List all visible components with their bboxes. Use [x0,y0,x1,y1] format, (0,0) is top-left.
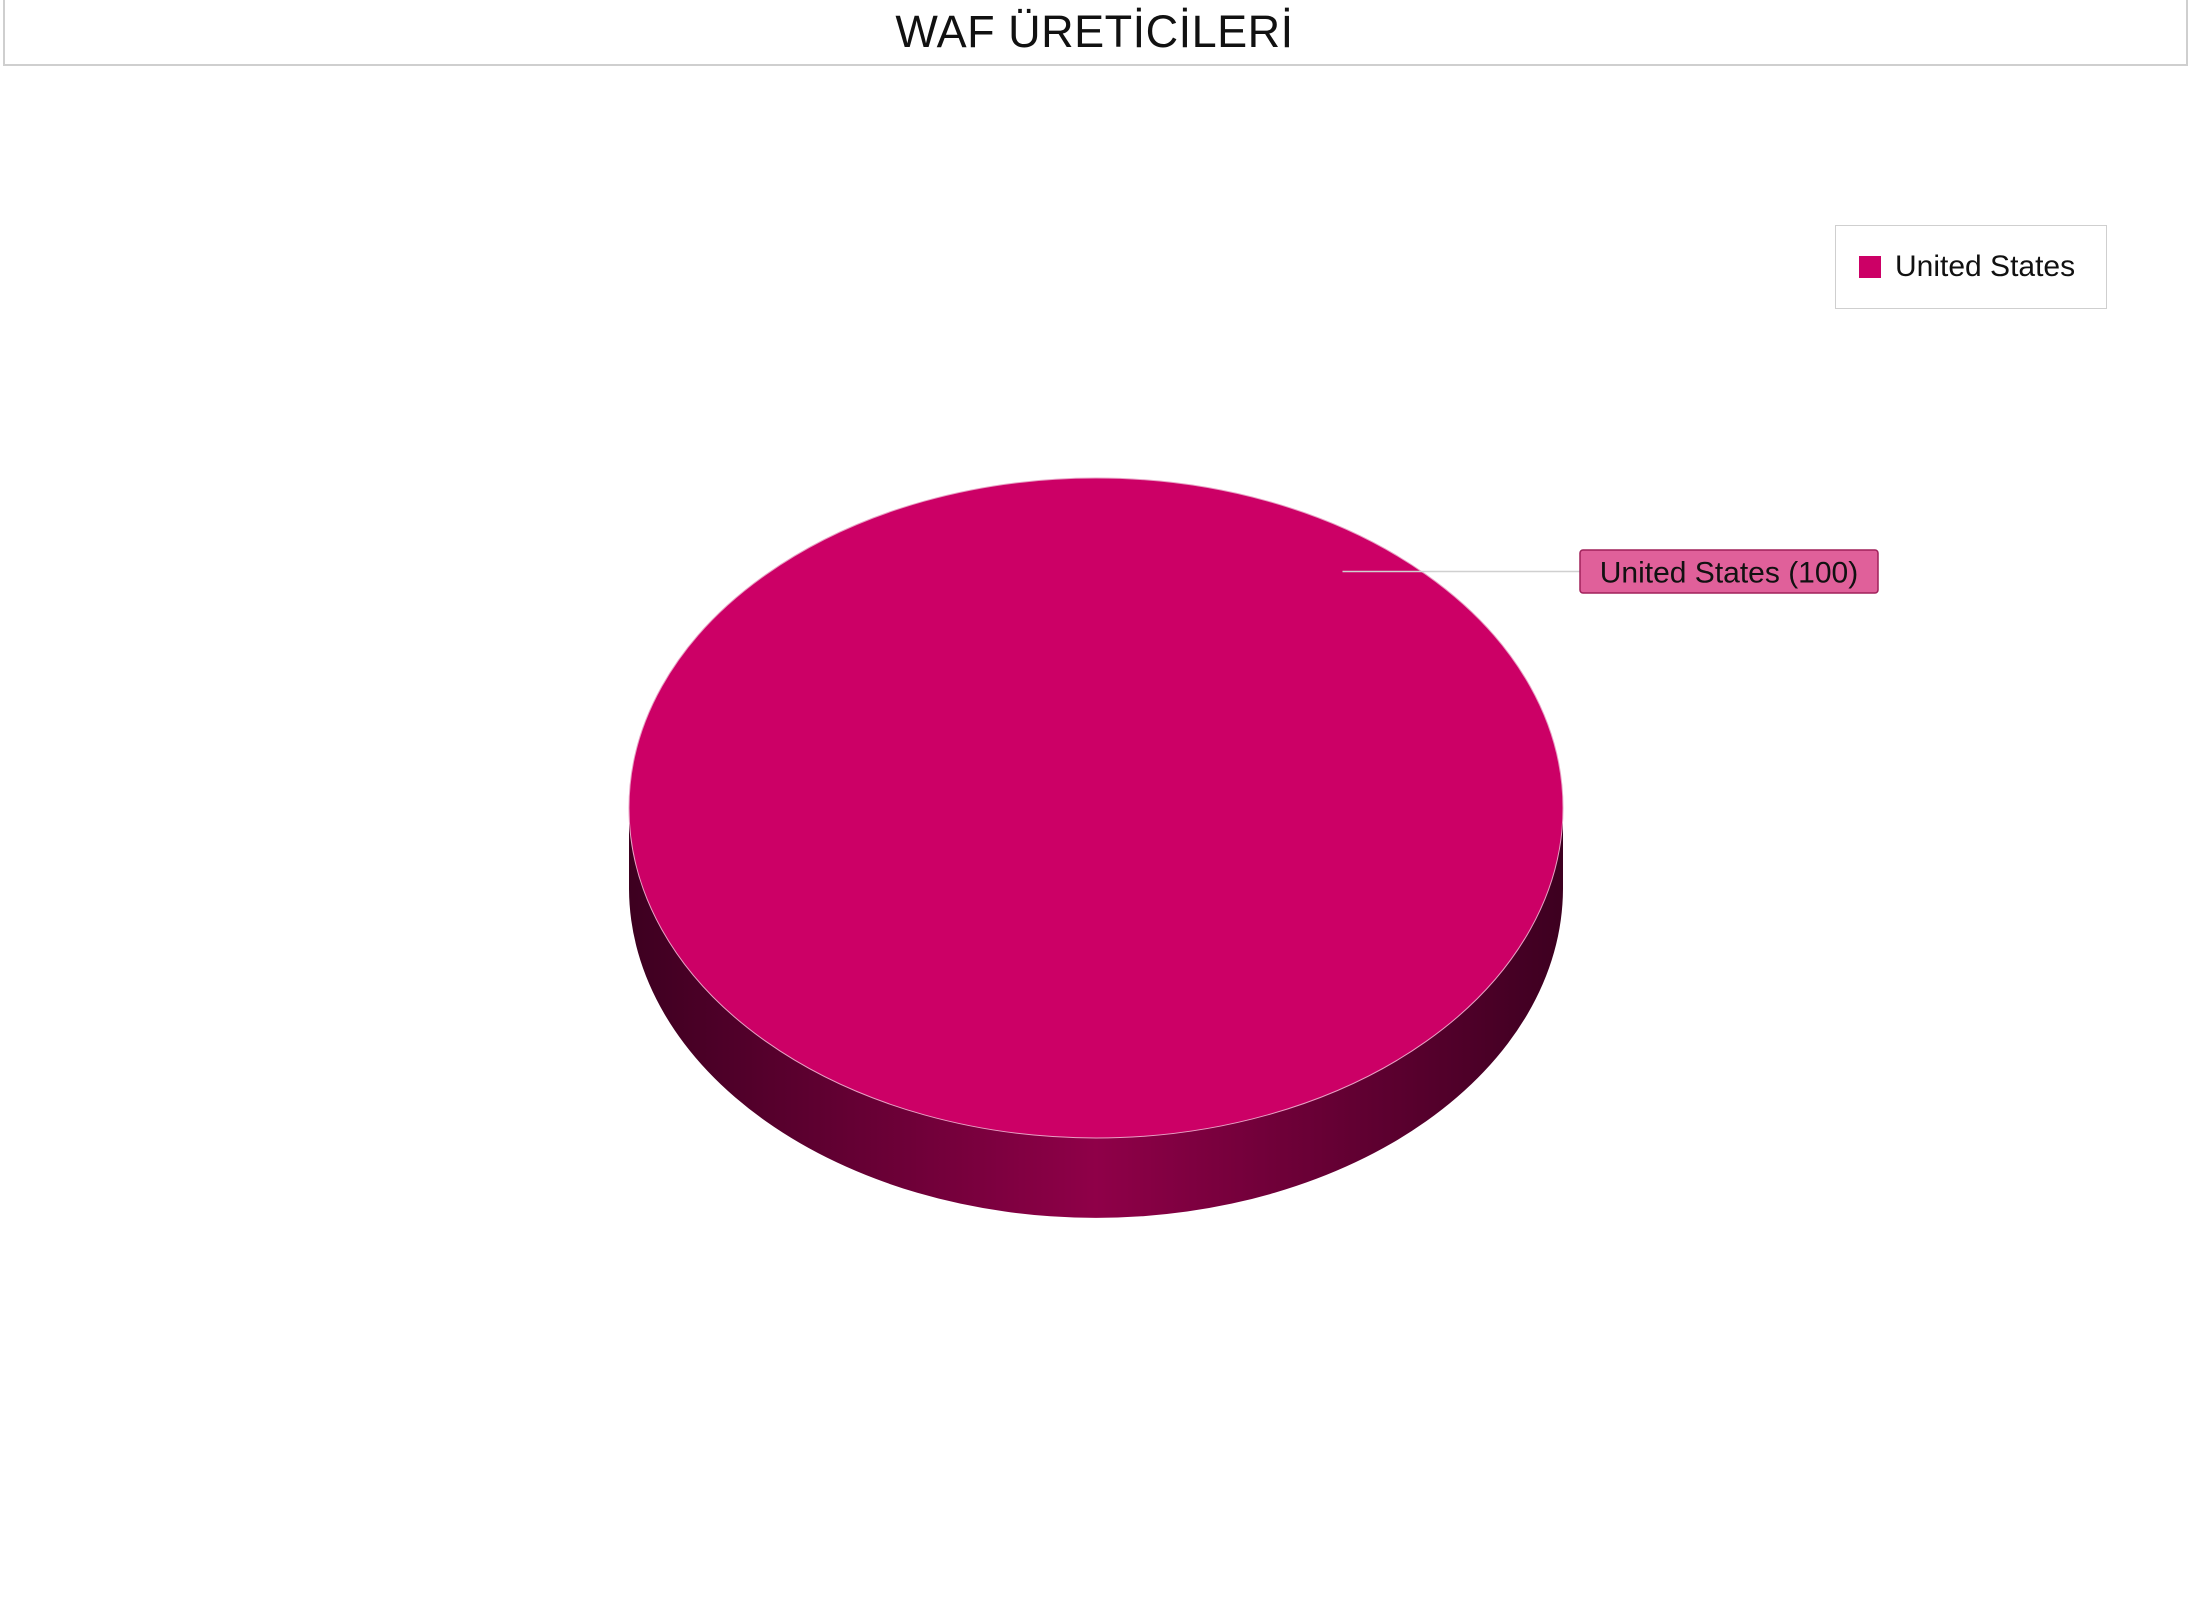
pie-slice [628,477,1564,1139]
pie-layer [628,477,1564,1218]
legend: United States [1835,225,2107,309]
legend-swatch [1859,256,1881,278]
chart-canvas: WAF ÜRETİCİLERİ United States (100) Unit… [0,0,2190,1610]
legend-label: United States [1895,250,2076,283]
data-label: United States (100) [1600,557,1858,590]
